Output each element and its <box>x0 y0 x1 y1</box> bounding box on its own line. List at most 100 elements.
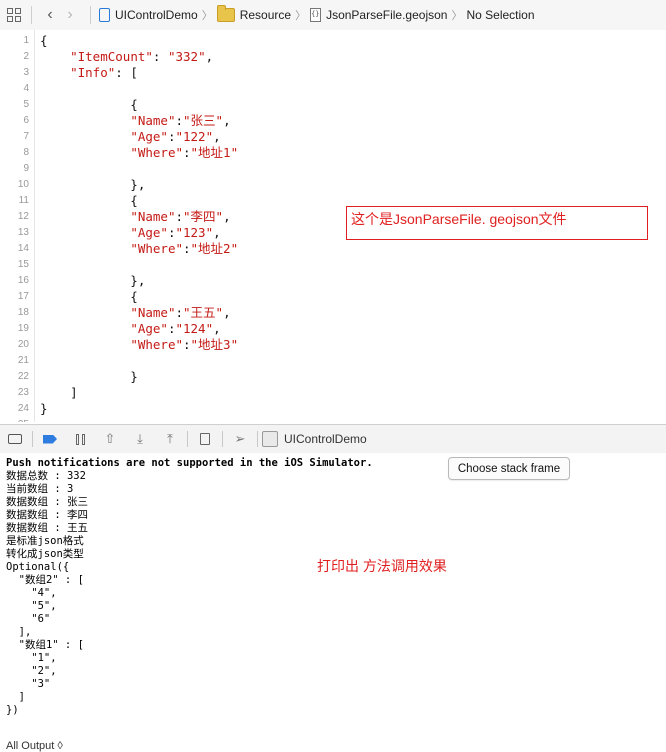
code-text: "Name":"李四", <box>130 209 231 224</box>
code-text: "Where":"地址2" <box>130 241 239 256</box>
code-line[interactable]: 8 "Where":"地址1" <box>0 145 666 161</box>
code-text: { <box>40 193 138 208</box>
line-number: 17 <box>17 291 29 302</box>
annotation-box: 这个是JsonParseFile. geojson文件 <box>346 206 648 240</box>
code-line[interactable]: 25 <box>0 417 666 422</box>
code-line[interactable]: 20 "Where":"地址3" <box>0 337 666 353</box>
code-line[interactable]: 14 "Where":"地址2" <box>0 241 666 257</box>
simulate-location-button[interactable]: ➢ <box>225 425 255 453</box>
line-number: 10 <box>17 179 29 190</box>
breadcrumb-label: No Selection <box>466 8 535 22</box>
code-line[interactable]: 5 { <box>0 97 666 113</box>
console-line: "1", <box>6 652 57 664</box>
code-line[interactable]: 2 "ItemCount": "332", <box>0 49 666 65</box>
chevron-right-icon: 〉 <box>451 10 463 22</box>
code-line[interactable]: 9 <box>0 161 666 177</box>
pause-button[interactable] <box>65 425 95 453</box>
output-filter-label[interactable]: All Output ◊ <box>6 740 63 752</box>
line-number: 22 <box>17 371 29 382</box>
code-text: { <box>40 289 138 304</box>
divider <box>31 6 32 24</box>
line-number: 8 <box>23 147 29 158</box>
console-line: Push notifications are not supported in … <box>6 457 373 469</box>
code-text: ] <box>40 385 78 400</box>
code-text: "Age":"122", <box>130 129 221 144</box>
console-line: 是标准json格式 <box>6 535 84 547</box>
breadcrumb-project[interactable]: UIControlDemo <box>99 8 198 22</box>
code-text: "Name":"王五", <box>130 305 231 320</box>
geojson-file-icon <box>310 8 322 22</box>
code-line[interactable]: 15 <box>0 257 666 273</box>
grid-icon[interactable] <box>7 8 21 22</box>
step-over-icon: ⇧ <box>104 431 116 446</box>
back-arrow-icon[interactable]: ‹ <box>40 6 60 24</box>
line-number: 18 <box>17 307 29 318</box>
debug-bar: ⇧ ⤓ ⤒ ➢ UIControlDemo <box>0 424 666 454</box>
line-number: 11 <box>18 195 29 206</box>
line-number: 6 <box>23 115 29 126</box>
view-debugger-button[interactable] <box>190 425 220 453</box>
debug-target[interactable]: UIControlDemo <box>262 431 367 447</box>
chevron-right-icon: 〉 <box>201 10 213 22</box>
code-line[interactable]: 22 } <box>0 369 666 385</box>
step-over-button[interactable]: ⇧ <box>95 425 125 453</box>
console-line: "数组1" : [ <box>6 639 84 651</box>
line-number: 19 <box>17 323 29 334</box>
console-line: "3" <box>6 678 51 690</box>
folder-icon <box>216 5 235 22</box>
code-text: }, <box>40 273 146 288</box>
code-text: "Age":"123", <box>130 225 221 240</box>
code-text: "ItemCount": "332", <box>70 49 214 64</box>
app-target-icon <box>262 431 278 447</box>
breakpoints-toggle-button[interactable] <box>35 425 65 453</box>
divider <box>222 431 223 447</box>
pause-icon <box>75 433 85 445</box>
code-line[interactable]: 10 }, <box>0 177 666 193</box>
console-line: "数组2" : [ <box>6 574 84 586</box>
code-editor[interactable]: 1{2 "ItemCount": "332", 3 "Info": [ 4 5 {6 … <box>0 30 666 422</box>
console-line: }) <box>6 704 19 716</box>
code-text: "Where":"地址1" <box>130 145 239 160</box>
code-line[interactable]: 7 "Age":"122", <box>0 129 666 145</box>
code-text: } <box>40 401 48 416</box>
code-line[interactable]: 21 <box>0 353 666 369</box>
breadcrumb-label: JsonParseFile.geojson <box>326 8 448 22</box>
code-line[interactable]: 23 ] <box>0 385 666 401</box>
choose-stack-frame-button[interactable]: Choose stack frame <box>448 457 570 480</box>
console-line: 数据数组 : 李四 <box>6 509 88 521</box>
step-into-button[interactable]: ⤓ <box>125 425 155 453</box>
breadcrumb-folder[interactable]: Resource <box>216 5 292 22</box>
code-line[interactable]: 17 { <box>0 289 666 305</box>
breadcrumb-selection[interactable]: No Selection <box>466 8 534 22</box>
console-line: ], <box>6 626 32 638</box>
view-debugger-icon <box>200 433 210 445</box>
code-line[interactable]: 16 }, <box>0 273 666 289</box>
hide-debug-area-button[interactable] <box>0 425 30 453</box>
line-number: 3 <box>23 67 29 78</box>
code-line[interactable]: 1{ <box>0 33 666 49</box>
breadcrumb-label: Resource <box>239 8 292 22</box>
code-line[interactable]: 24} <box>0 401 666 417</box>
line-number: 4 <box>23 83 29 94</box>
breadcrumb-file[interactable]: JsonParseFile.geojson <box>310 8 447 22</box>
line-number: 7 <box>23 131 29 142</box>
line-number: 14 <box>17 243 29 254</box>
code-text: "Age":"124", <box>130 321 221 336</box>
code-line[interactable]: 19 "Age":"124", <box>0 321 666 337</box>
line-number: 12 <box>17 211 29 222</box>
console-line: 数据数组 : 张三 <box>6 496 88 508</box>
step-out-button[interactable]: ⤒ <box>155 425 185 453</box>
code-line[interactable]: 3 "Info": [ <box>0 65 666 81</box>
forward-arrow-icon[interactable]: › <box>60 6 80 24</box>
debug-target-label: UIControlDemo <box>284 432 367 446</box>
line-number: 21 <box>17 355 29 366</box>
code-line[interactable]: 4 <box>0 81 666 97</box>
console-line: 数据总数 : 332 <box>6 470 86 482</box>
code-line[interactable]: 6 "Name":"张三", <box>0 113 666 129</box>
console-line: "6" <box>6 613 51 625</box>
console-area[interactable]: Push notifications are not supported in … <box>0 453 666 752</box>
line-number: 5 <box>23 99 29 110</box>
console-line: ] <box>6 691 25 703</box>
divider <box>187 431 188 447</box>
code-line[interactable]: 18 "Name":"王五", <box>0 305 666 321</box>
